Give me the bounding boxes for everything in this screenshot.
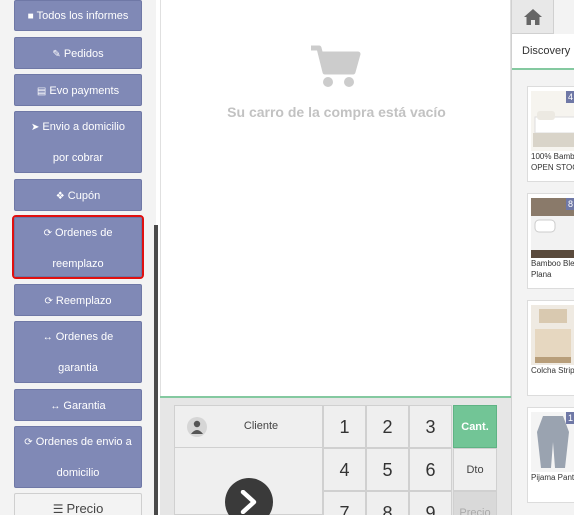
list-icon: ☰ bbox=[52, 502, 64, 515]
customer-label: Cliente bbox=[243, 420, 279, 432]
home-button[interactable] bbox=[512, 0, 554, 34]
customer-button[interactable]: Cliente bbox=[174, 405, 323, 448]
numpad-key-7[interactable]: 7 bbox=[323, 491, 366, 515]
category-label: Discovery bbox=[522, 45, 571, 57]
send-icon: ➤ bbox=[31, 122, 40, 133]
product-image bbox=[531, 305, 574, 365]
arrows-h-icon: ↔ bbox=[42, 332, 53, 343]
numpad-key-4[interactable]: 4 bbox=[323, 448, 366, 491]
numpad-key-3[interactable]: 3 bbox=[409, 405, 452, 448]
ordenes-garantia-button[interactable]: ↔ Ordenes de garantia bbox=[14, 321, 142, 383]
product-card[interactable]: 8 Bamboo Ble Plana bbox=[527, 193, 574, 289]
numpad-key-2[interactable]: 2 bbox=[366, 405, 409, 448]
numpad-key-9[interactable]: 9 bbox=[409, 491, 452, 515]
refresh-icon: ⟳ bbox=[43, 228, 52, 239]
ordenes-reemplazo-button[interactable]: ⟳ Ordenes de reemplazo bbox=[12, 215, 144, 279]
products-panel: Discovery 4 100% Bamb OPEN STOC 8 Bamboo… bbox=[511, 0, 574, 515]
keypad-area: Cliente 1 2 3 Cant. 4 5 6 Dto 7 8 9 Prec… bbox=[160, 398, 511, 515]
mode-discount-button[interactable]: Dto bbox=[453, 448, 497, 491]
cart-empty-message: Su carro de la compra está vacío bbox=[227, 104, 446, 120]
arrows-h-icon: ↔ bbox=[50, 401, 61, 412]
category-breadcrumb[interactable]: Discovery bbox=[512, 34, 574, 70]
product-name: Colcha Strip bbox=[531, 366, 574, 375]
refresh-icon: ⟳ bbox=[44, 296, 53, 307]
user-icon bbox=[187, 417, 207, 437]
payment-button[interactable] bbox=[174, 448, 323, 515]
sidebar: ■ Todos los informes ✎ Pedidos ▤ Evo paymen… bbox=[0, 0, 156, 515]
product-name: Pijama Pant bbox=[531, 473, 574, 482]
product-card[interactable]: 1 Pijama Pant bbox=[527, 407, 574, 503]
mode-quantity-button[interactable]: Cant. bbox=[453, 405, 497, 448]
pedidos-button[interactable]: ✎ Pedidos bbox=[14, 37, 142, 69]
todos-informes-button[interactable]: ■ Todos los informes bbox=[14, 0, 142, 31]
pencil-icon: ✎ bbox=[52, 49, 61, 60]
cupon-button[interactable]: ❖ Cupón bbox=[14, 179, 142, 211]
gift-icon: ❖ bbox=[55, 191, 65, 202]
shopping-cart-icon bbox=[311, 45, 361, 87]
product-name: Bamboo Ble Plana bbox=[531, 259, 574, 279]
precio-button[interactable]: ☰ Precio bbox=[14, 493, 142, 515]
ordenes-envio-domicilio-button[interactable]: ⟳ Ordenes de envio a domicilio bbox=[14, 426, 142, 488]
numpad-key-5[interactable]: 5 bbox=[366, 448, 409, 491]
cart-panel: Su carro de la compra está vacío bbox=[160, 0, 511, 396]
mode-price-button[interactable]: Precio bbox=[453, 491, 497, 515]
product-card[interactable]: 4 100% Bamb OPEN STOC bbox=[527, 86, 574, 182]
product-stock-badge: 4 bbox=[566, 91, 574, 103]
evo-payments-button[interactable]: ▤ Evo payments bbox=[14, 74, 142, 106]
card-icon: ▤ bbox=[36, 86, 47, 97]
product-stock-badge: 1 bbox=[566, 412, 574, 424]
sidebar-scrollbar[interactable] bbox=[154, 225, 158, 515]
product-stock-badge: 8 bbox=[566, 198, 574, 210]
garantia-button[interactable]: ↔ Garantia bbox=[14, 389, 142, 421]
home-icon bbox=[524, 9, 542, 25]
product-name: 100% Bamb OPEN STOC bbox=[531, 152, 574, 172]
reemplazo-button[interactable]: ⟳ Reemplazo bbox=[14, 284, 142, 316]
numpad-key-8[interactable]: 8 bbox=[366, 491, 409, 515]
numpad-key-1[interactable]: 1 bbox=[323, 405, 366, 448]
numpad-key-6[interactable]: 6 bbox=[409, 448, 452, 491]
envio-domicilio-cobrar-button[interactable]: ➤ Envio a domicilio por cobrar bbox=[14, 111, 142, 173]
document-icon: ■ bbox=[27, 11, 34, 22]
refresh-icon: ⟳ bbox=[24, 437, 33, 448]
product-card[interactable]: Colcha Strip bbox=[527, 300, 574, 396]
chevron-right-icon bbox=[225, 478, 273, 515]
